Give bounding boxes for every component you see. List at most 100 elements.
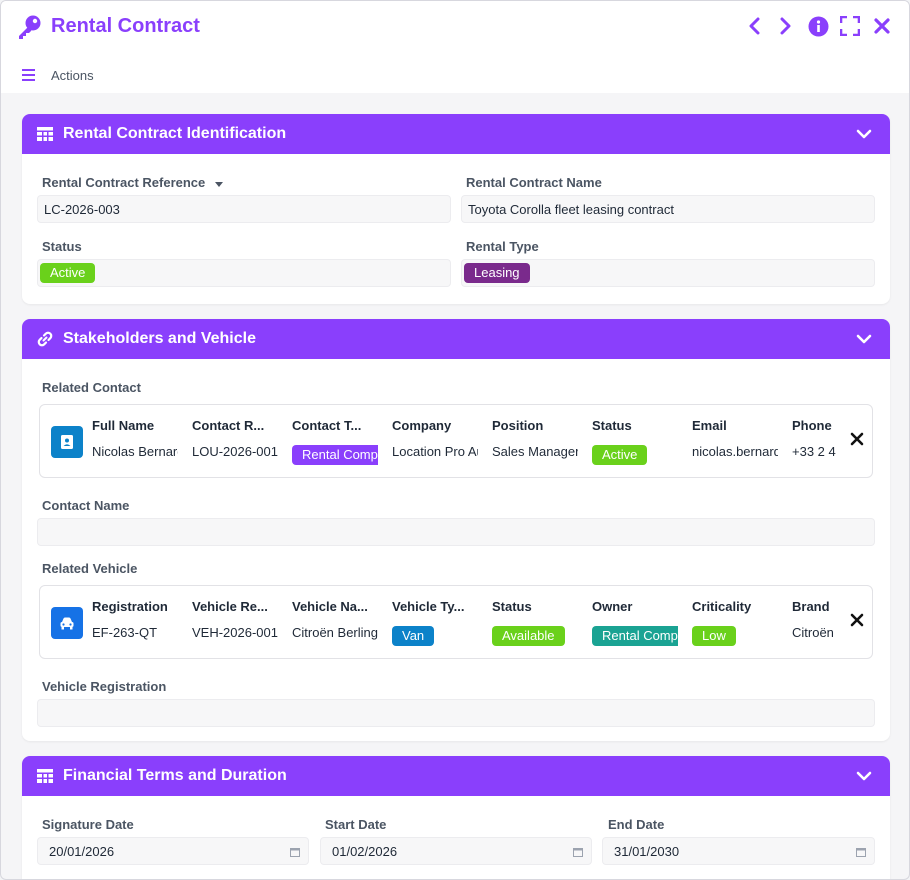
section-title: Rental Contract Identification (63, 125, 287, 142)
contact-cell: Active (592, 445, 678, 465)
reference-field[interactable]: LC-2026-003 (37, 195, 451, 223)
contact-cell: +33 2 4 (792, 444, 836, 459)
menu-icon[interactable] (22, 69, 35, 81)
window-title: Rental Contract (51, 15, 200, 37)
contact-badge: Rental Company (292, 445, 378, 465)
reference-label: Rental Contract Reference (42, 175, 224, 190)
vehicle-column-header: Brand (792, 599, 830, 614)
caret-down-icon[interactable] (214, 180, 224, 188)
stakeholders-header[interactable]: Stakeholders and Vehicle (22, 319, 890, 359)
vehicle-registration-label: Vehicle Registration (42, 679, 167, 694)
vehicle-column-header: Vehicle Ty... (392, 599, 465, 614)
vehicle-cell: EF-263-QT (92, 625, 158, 640)
start-date-value: 01/02/2026 (332, 844, 398, 859)
name-field[interactable]: Toyota Corolla fleet leasing contract (461, 195, 875, 223)
start-date-label: Start Date (325, 817, 387, 832)
vehicle-cell: Rental Company (592, 626, 678, 646)
contact-column-header: Status (592, 418, 632, 433)
actions-menu[interactable]: Actions (51, 68, 94, 83)
chevron-down-icon[interactable] (856, 332, 872, 346)
calendar-icon[interactable] (290, 847, 300, 857)
contact-name-label: Contact Name (42, 498, 130, 513)
status-badge: Active (40, 263, 96, 283)
contact-cell: nicolas.bernard (692, 444, 778, 459)
financial-header[interactable]: Financial Terms and Duration (22, 756, 890, 796)
calendar-icon[interactable] (856, 847, 866, 857)
info-icon (808, 16, 828, 36)
next-button[interactable] (775, 15, 797, 37)
contact-cell: Nicolas Bernard (92, 444, 178, 459)
related-contact-card[interactable]: Full Name Nicolas Bernard Contact R... LOU-… (39, 404, 873, 478)
rental-type-badge: Leasing (464, 263, 530, 283)
chevron-down-icon[interactable] (856, 127, 872, 141)
calendar-icon[interactable] (573, 847, 583, 857)
table-icon (37, 127, 53, 141)
vehicle-registration-field[interactable] (37, 699, 875, 727)
vehicle-badge: Low (692, 626, 736, 646)
stakeholders-section: Stakeholders and Vehicle Related Contact… (22, 319, 890, 741)
remove-contact-icon[interactable] (850, 432, 864, 446)
signature-date-label: Signature Date (42, 817, 134, 832)
title-bar: Rental Contract (1, 1, 909, 53)
vehicle-badge: Rental Company (592, 626, 678, 646)
related-vehicle-card[interactable]: Registration EF-263-QT Vehicle Re... VEH-20… (39, 585, 873, 659)
end-date-label: End Date (608, 817, 665, 832)
related-vehicle-label: Related Vehicle (42, 561, 138, 576)
vehicle-card-icon (51, 607, 83, 639)
vehicle-badge: Available (492, 626, 565, 646)
vehicle-column-header: Owner (592, 599, 633, 614)
vehicle-column-header: Criticality (692, 599, 752, 614)
fullscreen-icon (840, 16, 860, 36)
vehicle-cell: Van (392, 626, 478, 646)
end-date-field[interactable]: 31/01/2030 (602, 837, 875, 865)
contact-cell: Rental Company (292, 445, 378, 465)
chevron-left-icon (749, 17, 760, 35)
key-icon (19, 15, 41, 39)
remove-vehicle-icon[interactable] (850, 613, 864, 627)
car-icon (60, 617, 74, 630)
vehicle-column-header: Vehicle Na... (292, 599, 368, 614)
table-icon (37, 769, 53, 783)
actions-bar: Actions (1, 53, 909, 93)
close-icon (874, 18, 890, 34)
vehicle-column-header: Registration (92, 599, 168, 614)
signature-date-field[interactable]: 20/01/2026 (37, 837, 309, 865)
vehicle-badge: Van (392, 626, 435, 646)
contact-card-icon (51, 426, 83, 458)
info-button[interactable] (807, 15, 829, 37)
close-button[interactable] (871, 15, 893, 37)
vehicle-cell: Citroën (792, 625, 834, 640)
vehicle-column-header: Vehicle Re... (192, 599, 268, 614)
end-date-value: 31/01/2030 (614, 844, 680, 859)
contact-badge: Active (592, 445, 648, 465)
section-title: Financial Terms and Duration (63, 767, 287, 784)
contact-column-header: Company (392, 418, 452, 433)
vehicle-cell: Available (492, 626, 578, 646)
name-label: Rental Contract Name (466, 175, 602, 190)
contact-cell: Sales Manager (492, 444, 578, 459)
rental-type-label: Rental Type (466, 239, 539, 254)
contact-column-header: Position (492, 418, 544, 433)
vehicle-cell: Low (692, 626, 778, 646)
vehicle-cell: VEH-2026-001 (192, 625, 278, 640)
chevron-down-icon[interactable] (856, 769, 872, 783)
contact-name-field[interactable] (37, 518, 875, 546)
previous-button[interactable] (743, 15, 765, 37)
link-icon (37, 331, 53, 347)
section-title: Stakeholders and Vehicle (63, 330, 256, 347)
financial-section: Financial Terms and Duration Signature D… (22, 756, 890, 879)
vehicle-cell: Citroën Berlingo (292, 625, 378, 640)
fullscreen-button[interactable] (839, 15, 861, 37)
contact-column-header: Email (692, 418, 727, 433)
start-date-field[interactable]: 01/02/2026 (320, 837, 592, 865)
identification-section: Rental Contract Identification Rental Co… (22, 114, 890, 304)
contact-icon (61, 435, 73, 449)
rental-type-field[interactable]: Leasing (461, 259, 875, 287)
status-label: Status (42, 239, 82, 254)
contact-column-header: Phone (792, 418, 832, 433)
contact-column-header: Contact R... (192, 418, 265, 433)
contact-cell: LOU-2026-001 (192, 444, 278, 459)
identification-header[interactable]: Rental Contract Identification (22, 114, 890, 154)
status-field[interactable]: Active (37, 259, 451, 287)
signature-date-value: 20/01/2026 (49, 844, 115, 859)
